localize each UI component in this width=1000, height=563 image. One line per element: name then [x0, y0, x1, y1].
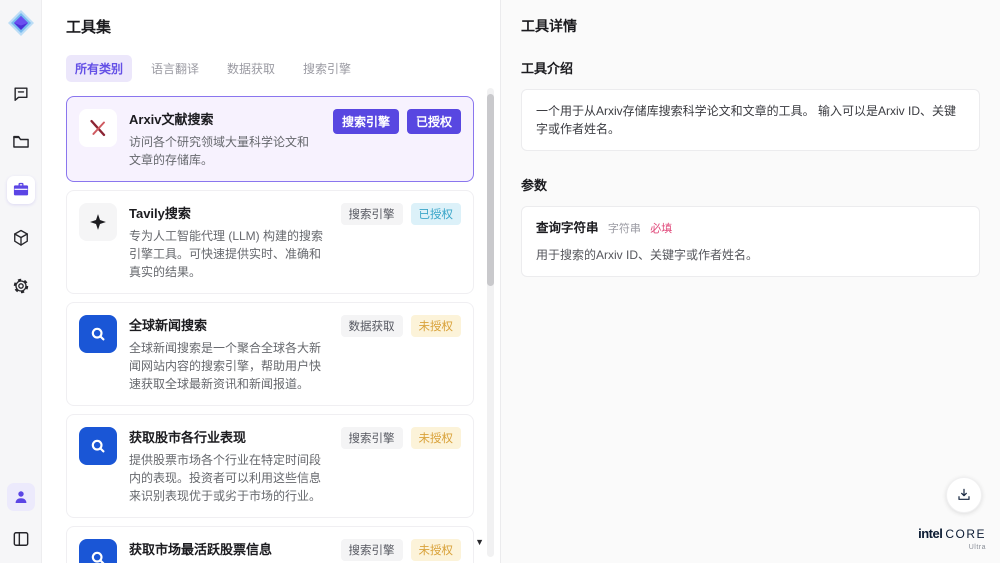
- tool-auth-badge: 未授权: [410, 427, 461, 449]
- parameter-required-badge: 必填: [650, 223, 673, 235]
- core-brand-text: core: [945, 526, 986, 541]
- tool-list-panel: 工具集 所有类别 语言翻译 数据获取 搜索引擎 Arxiv文献搜索 访问各个研究领域大…: [42, 0, 500, 563]
- tool-auth-badge: 未授权: [410, 539, 461, 561]
- briefcase-icon: [11, 180, 31, 200]
- tool-card[interactable]: 获取股市各行业表现 提供股票市场各个行业在特定时间段内的表现。投资者可以利用这些…: [66, 414, 474, 518]
- sidebar-bottom: [6, 483, 35, 553]
- category-tabs: 所有类别 语言翻译 数据获取 搜索引擎: [66, 55, 474, 82]
- cube-icon: [11, 228, 31, 248]
- tool-auth-badge: 未授权: [410, 315, 461, 337]
- search-blue-icon: [79, 315, 117, 353]
- sidebar-item-panel-toggle[interactable]: [7, 525, 35, 553]
- sidebar-nav: [6, 80, 35, 300]
- tool-card[interactable]: 全球新闻搜索 全球新闻搜索是一个聚合全球各大新闻网站内容的搜索引擎，帮助用户快速…: [66, 302, 474, 406]
- tool-description: 提供股票市场各个行业在特定时间段内的表现。投资者可以利用这些信息来识别表现优于或…: [129, 453, 322, 503]
- tool-auth-badge: 已授权: [406, 109, 461, 134]
- tool-details-panel: 工具详情 工具介绍 一个用于从Arxiv存储库搜索科学论文和文章的工具。 输入可…: [500, 0, 1000, 563]
- sidebar-item-chat[interactable]: [7, 80, 35, 108]
- parameter-type: 字符串: [607, 223, 641, 235]
- tool-category-badge: 数据获取: [340, 315, 403, 337]
- intro-text-box: 一个用于从Arxiv存储库搜索科学论文和文章的工具。 输入可以是Arxiv ID…: [521, 89, 980, 151]
- category-tab-2[interactable]: 数据获取: [218, 55, 284, 82]
- sidebar-item-packages[interactable]: [7, 224, 35, 252]
- download-button[interactable]: [946, 477, 982, 513]
- app-window: 工具集 所有类别 语言翻译 数据获取 搜索引擎 Arxiv文献搜索 访问各个研究领域大…: [0, 0, 1000, 563]
- page-title: 工具集: [66, 19, 112, 36]
- arxiv-logo-icon: [79, 109, 117, 147]
- search-blue-icon: [79, 427, 117, 465]
- parameter-box: 查询字符串 字符串 必填 用于搜索的Arxiv ID、关键字或作者姓名。: [521, 206, 980, 277]
- tool-category-badge: 搜索引擎: [340, 203, 403, 225]
- chat-icon: [11, 84, 31, 104]
- intel-core-logo: intel core Ultra: [918, 526, 986, 551]
- tool-name: 全球新闻搜索: [129, 318, 208, 333]
- search-blue-icon: [79, 539, 117, 563]
- folder-icon: [11, 132, 31, 152]
- tool-name: Tavily搜索: [129, 206, 191, 221]
- tool-category-badge: 搜索引擎: [340, 539, 403, 561]
- sidebar-item-tools[interactable]: [6, 176, 35, 204]
- tool-card[interactable]: 获取市场最活跃股票信息 提供当天交易量最高的股票列表。投资者可以利用这些信息来识…: [66, 526, 474, 563]
- tool-auth-badge: 已授权: [410, 203, 461, 225]
- parameter-head: 查询字符串 字符串 必填: [536, 219, 965, 238]
- panel-icon: [11, 529, 31, 549]
- intel-brand-text: intel: [918, 525, 943, 541]
- user-icon: [12, 488, 30, 506]
- tool-description: 全球新闻搜索是一个聚合全球各大新闻网站内容的搜索引擎，帮助用户快速获取全球最新资…: [129, 341, 322, 391]
- tool-card[interactable]: Tavily搜索 专为人工智能代理 (LLM) 构建的搜索引擎工具。可快速提供实…: [66, 190, 474, 294]
- details-title: 工具详情: [521, 18, 577, 34]
- sidebar-item-profile[interactable]: [6, 483, 35, 511]
- download-icon: [956, 487, 972, 503]
- tool-name: 获取股市各行业表现: [129, 430, 247, 445]
- tool-description: 专为人工智能代理 (LLM) 构建的搜索引擎工具。可快速提供实时、准确和真实的结…: [129, 229, 324, 279]
- sidebar: [0, 0, 42, 563]
- tool-category-badge: 搜索引擎: [340, 427, 403, 449]
- category-tab-3[interactable]: 搜索引擎: [294, 55, 360, 82]
- scrollbar-thumb[interactable]: [487, 94, 494, 286]
- list-scrollbar[interactable]: [487, 88, 494, 557]
- sidebar-item-files[interactable]: [7, 128, 35, 156]
- category-tab-1[interactable]: 语言翻译: [142, 55, 208, 82]
- tool-cards: Arxiv文献搜索 访问各个研究领域大量科学论文和文章的存储库。 搜索引擎 已授…: [66, 96, 474, 563]
- parameter-name: 查询字符串: [536, 221, 599, 235]
- tool-card[interactable]: Arxiv文献搜索 访问各个研究领域大量科学论文和文章的存储库。 搜索引擎 已授…: [66, 96, 474, 182]
- gear-icon: [11, 276, 31, 296]
- intro-label: 工具介绍: [521, 61, 574, 76]
- parameter-description: 用于搜索的Arxiv ID、关键字或作者姓名。: [536, 247, 759, 262]
- params-label: 参数: [521, 178, 548, 193]
- sparkle-icon: [79, 203, 117, 241]
- tool-description: 访问各个研究领域大量科学论文和文章的存储库。: [129, 135, 310, 167]
- category-tab-0[interactable]: 所有类别: [66, 55, 133, 82]
- app-logo[interactable]: [6, 8, 36, 38]
- tool-name: 获取市场最活跃股票信息: [129, 542, 273, 557]
- sidebar-item-settings[interactable]: [7, 272, 35, 300]
- tool-category-badge: 搜索引擎: [332, 109, 399, 134]
- scroll-down-icon[interactable]: ▼: [475, 538, 484, 547]
- ultra-brand-text: Ultra: [968, 543, 986, 551]
- tool-name: Arxiv文献搜索: [129, 112, 214, 127]
